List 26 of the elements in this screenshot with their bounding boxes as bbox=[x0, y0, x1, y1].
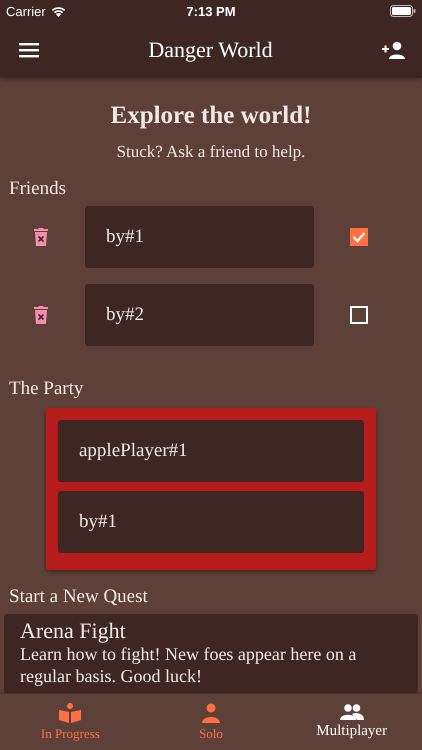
section-label: Start a New Quest bbox=[8, 586, 149, 608]
quest-title: Arena Fight bbox=[20, 618, 127, 644]
quest-card[interactable]: Arena Fight Learn how to fight! New foes appear here on a regular basis. Good luck! bbox=[4, 614, 418, 694]
section-label: Friends bbox=[8, 178, 67, 200]
app-title: Danger World bbox=[148, 37, 273, 63]
party-member: applePlayer#1 bbox=[58, 420, 364, 482]
book-icon bbox=[59, 702, 82, 722]
wifi-icon bbox=[50, 6, 66, 16]
carrier-label: Carrier bbox=[6, 4, 46, 18]
delete-icon[interactable] bbox=[34, 306, 48, 324]
friend-checkbox[interactable] bbox=[350, 228, 368, 246]
person-icon bbox=[201, 702, 221, 722]
battery-icon bbox=[390, 5, 416, 17]
tab-item[interactable]: Multiplayer bbox=[281, 694, 422, 750]
status-time: 7:13 PM bbox=[186, 4, 236, 18]
page-heading: Explore the world! bbox=[110, 102, 312, 130]
menu-icon[interactable] bbox=[19, 42, 39, 58]
friend-name-field[interactable]: by#2 bbox=[85, 284, 314, 346]
people-icon bbox=[340, 704, 364, 720]
party-member: by#1 bbox=[58, 491, 364, 553]
section-label: The Party bbox=[8, 378, 84, 400]
friend-name-field[interactable]: by#1 bbox=[85, 206, 314, 268]
delete-icon[interactable] bbox=[34, 228, 48, 246]
quest-description: Learn how to fight! New foes appear here on a regular basis. Good luck! bbox=[20, 644, 358, 688]
add-person-icon[interactable] bbox=[382, 41, 406, 59]
subtitle-text: Stuck? Ask a friend to help. bbox=[116, 142, 306, 162]
